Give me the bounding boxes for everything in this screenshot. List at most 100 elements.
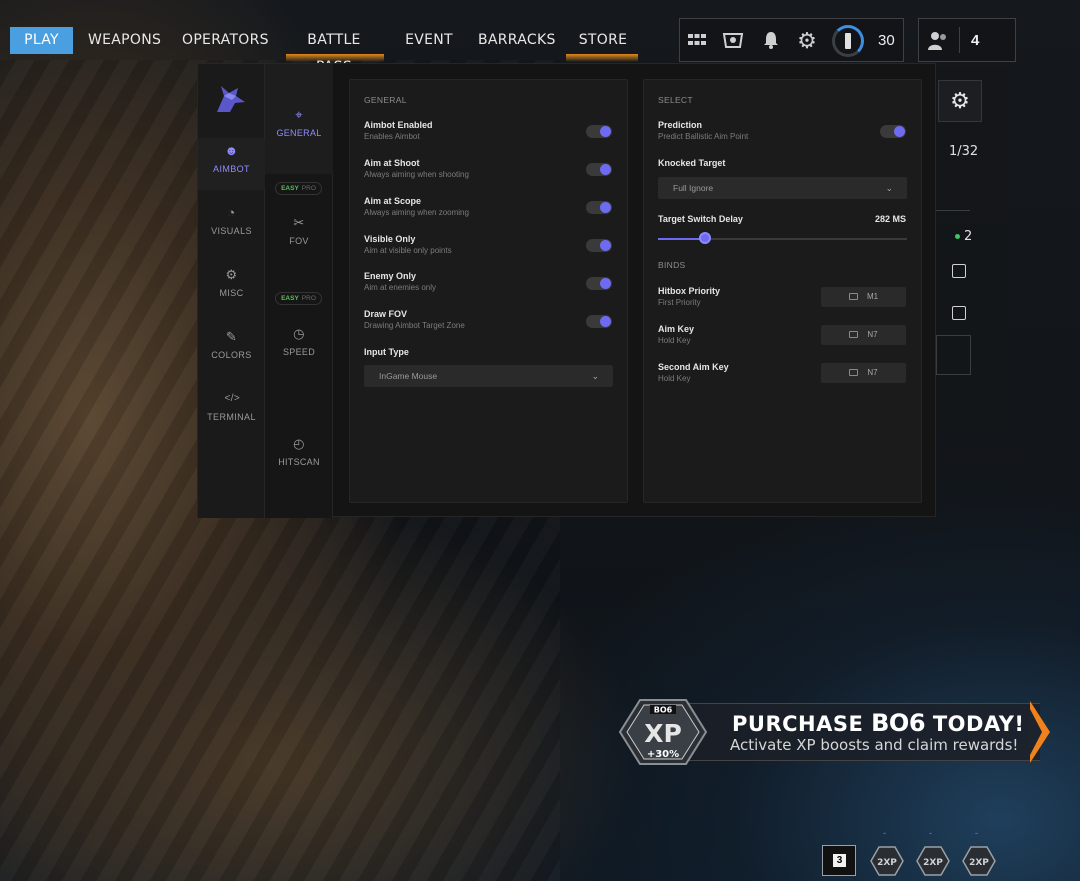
- promo-title-a: PURCHASE: [732, 712, 864, 736]
- sidebar-item-aimbot[interactable]: ☻ AIMBOT: [198, 138, 265, 190]
- double-xp-token-icon[interactable]: 2XP: [916, 845, 950, 877]
- second-aim-key-bind[interactable]: N7: [821, 363, 906, 383]
- bind-key: M1: [866, 292, 879, 301]
- section-heading: GENERAL: [364, 95, 407, 105]
- party-count: 4: [971, 32, 980, 49]
- subnav-item-label: HITSCAN: [278, 457, 320, 467]
- badge-xp: XP: [644, 719, 682, 748]
- aim-key-bind[interactable]: N7: [821, 325, 906, 345]
- party-icon: [927, 30, 949, 52]
- option-subtitle: Aim at enemies only: [364, 283, 437, 292]
- option-title: Aim at Scope: [364, 196, 422, 206]
- terminal-icon: </>: [224, 393, 241, 404]
- option-subtitle: Hold Key: [658, 336, 691, 345]
- chevron-down-icon: ⌄: [885, 183, 893, 193]
- xp-boost-badge-icon: BO6 XP +30%: [618, 699, 708, 765]
- aimbot-icon: ☻: [224, 143, 239, 158]
- option-title: Second Aim Key: [658, 362, 729, 372]
- promo-title-brand: BO6: [871, 709, 926, 737]
- promo-subtitle: Activate XP boosts and claim rewards!: [730, 736, 1019, 754]
- cheat-menu: ☻ AIMBOT ◔ VISUALS ⚙ MISC ✎ COLORS </> T…: [197, 63, 936, 518]
- mode-toggle[interactable]: EASY PRO: [275, 292, 322, 305]
- tab-battle-pass[interactable]: BATTLE PASS: [288, 27, 380, 75]
- mode-toggle[interactable]: EASY PRO: [275, 182, 322, 195]
- sidebar-item-terminal[interactable]: </> TERMINAL: [198, 386, 265, 438]
- tab-weapons[interactable]: WEAPONS: [88, 27, 161, 54]
- promo-banner[interactable]: BO6 XP +30% PURCHASE BO6 TODAY! Activate…: [618, 699, 1054, 765]
- lobby-settings-button[interactable]: ⚙: [938, 80, 982, 122]
- party-divider: [959, 27, 960, 53]
- tab-operators[interactable]: OPERATORS: [182, 27, 269, 54]
- gear-icon[interactable]: ⚙: [796, 30, 818, 52]
- token-timer: -: [883, 828, 886, 838]
- bell-icon[interactable]: [760, 30, 782, 52]
- subnav-item-speed[interactable]: ◷ SPEED: [265, 327, 333, 358]
- option-title: Aim Key: [658, 324, 695, 334]
- keyboard-icon: [848, 293, 858, 300]
- subnav-item-fov[interactable]: ✂ FOV: [265, 215, 333, 247]
- switch-delay-value: 282 MS: [874, 214, 906, 224]
- chevron-down-icon: ⌄: [591, 371, 599, 381]
- select-value: Full Ignore: [673, 183, 714, 193]
- select-card: SELECT Prediction Predict Ballistic Aim …: [643, 79, 922, 503]
- chevron-inner: [1029, 707, 1042, 757]
- subnav-item-general[interactable]: ⌖ GENERAL: [265, 64, 333, 174]
- option-subtitle: Always aiming when shooting: [364, 170, 469, 179]
- option-subtitle: Drawing Aimbot Target Zone: [364, 321, 465, 330]
- theater-icon[interactable]: [722, 30, 744, 52]
- sub-sidebar: ⌖ GENERAL EASY PRO ✂ FOV EASY PRO ◷ SPEED …: [265, 64, 333, 518]
- join-icon[interactable]: [952, 306, 966, 320]
- tab-store[interactable]: STORE: [575, 27, 631, 54]
- tab-play[interactable]: PLAY: [10, 27, 73, 54]
- token-count: 3: [833, 854, 846, 867]
- svg-text:2XP: 2XP: [969, 858, 989, 868]
- general-card: GENERAL Aimbot Enabled Enables Aimbot Ai…: [349, 79, 628, 503]
- subnav-item-label: FOV: [289, 236, 309, 246]
- aimbot-enabled-toggle[interactable]: [586, 125, 612, 138]
- bind-key: N7: [867, 330, 878, 339]
- lobby-player-count: 1/32: [949, 144, 979, 159]
- party-box[interactable]: 4: [918, 18, 1016, 62]
- sidebar-item-visuals[interactable]: ◔ VISUALS: [198, 200, 265, 252]
- prediction-toggle[interactable]: [880, 125, 906, 138]
- double-xp-token-icon[interactable]: 2XP: [870, 845, 904, 877]
- double-xp-token-icon[interactable]: 2XP: [962, 845, 996, 877]
- option-title: Aimbot Enabled: [364, 120, 433, 130]
- sidebar-item-colors[interactable]: ✎ COLORS: [198, 324, 265, 376]
- draw-fov-toggle[interactable]: [586, 315, 612, 328]
- ammo-count: 30: [878, 32, 895, 49]
- token-count-box[interactable]: 3: [822, 845, 856, 876]
- option-title: Knocked Target: [658, 158, 726, 168]
- option-title: Draw FOV: [364, 309, 408, 319]
- enemy-only-toggle[interactable]: [586, 277, 612, 290]
- aim-at-shoot-toggle[interactable]: [586, 163, 612, 176]
- gear-icon: ⚙: [950, 88, 970, 113]
- crosshair-icon: ⌖: [295, 107, 303, 122]
- sidebar-item-label: COLORS: [211, 350, 252, 360]
- fov-icon: ✂: [293, 215, 305, 230]
- keyboard-icon: [849, 369, 859, 376]
- badge-bonus: +30%: [647, 749, 679, 760]
- mode-easy: EASY: [281, 295, 299, 302]
- subnav-item-hitscan[interactable]: ◴ HITSCAN: [265, 437, 333, 468]
- option-subtitle: Hold Key: [658, 374, 691, 383]
- tab-barracks[interactable]: BARRACKS: [478, 27, 555, 54]
- sidebar-item-label: VISUALS: [211, 226, 252, 236]
- visible-only-toggle[interactable]: [586, 239, 612, 252]
- knocked-target-select[interactable]: Full Ignore ⌄: [658, 177, 907, 199]
- sidebar-item-misc[interactable]: ⚙ MISC: [198, 262, 265, 314]
- bind-key: N7: [867, 368, 878, 377]
- tab-event[interactable]: EVENT: [402, 27, 456, 54]
- join-icon[interactable]: [952, 264, 966, 278]
- input-type-select[interactable]: InGame Mouse ⌄: [364, 365, 613, 387]
- switch-delay-slider-handle[interactable]: [699, 232, 711, 244]
- subnav-item-label: GENERAL: [276, 128, 322, 138]
- grid-icon[interactable]: [686, 30, 708, 52]
- aim-at-scope-toggle[interactable]: [586, 201, 612, 214]
- sidebar-item-label: MISC: [219, 288, 244, 298]
- misc-icon: ⚙: [225, 267, 238, 282]
- option-subtitle: Enables Aimbot: [364, 132, 420, 141]
- section-heading: SELECT: [658, 95, 693, 105]
- hitbox-priority-bind[interactable]: M1: [821, 287, 906, 307]
- lobby-slot: [936, 335, 971, 375]
